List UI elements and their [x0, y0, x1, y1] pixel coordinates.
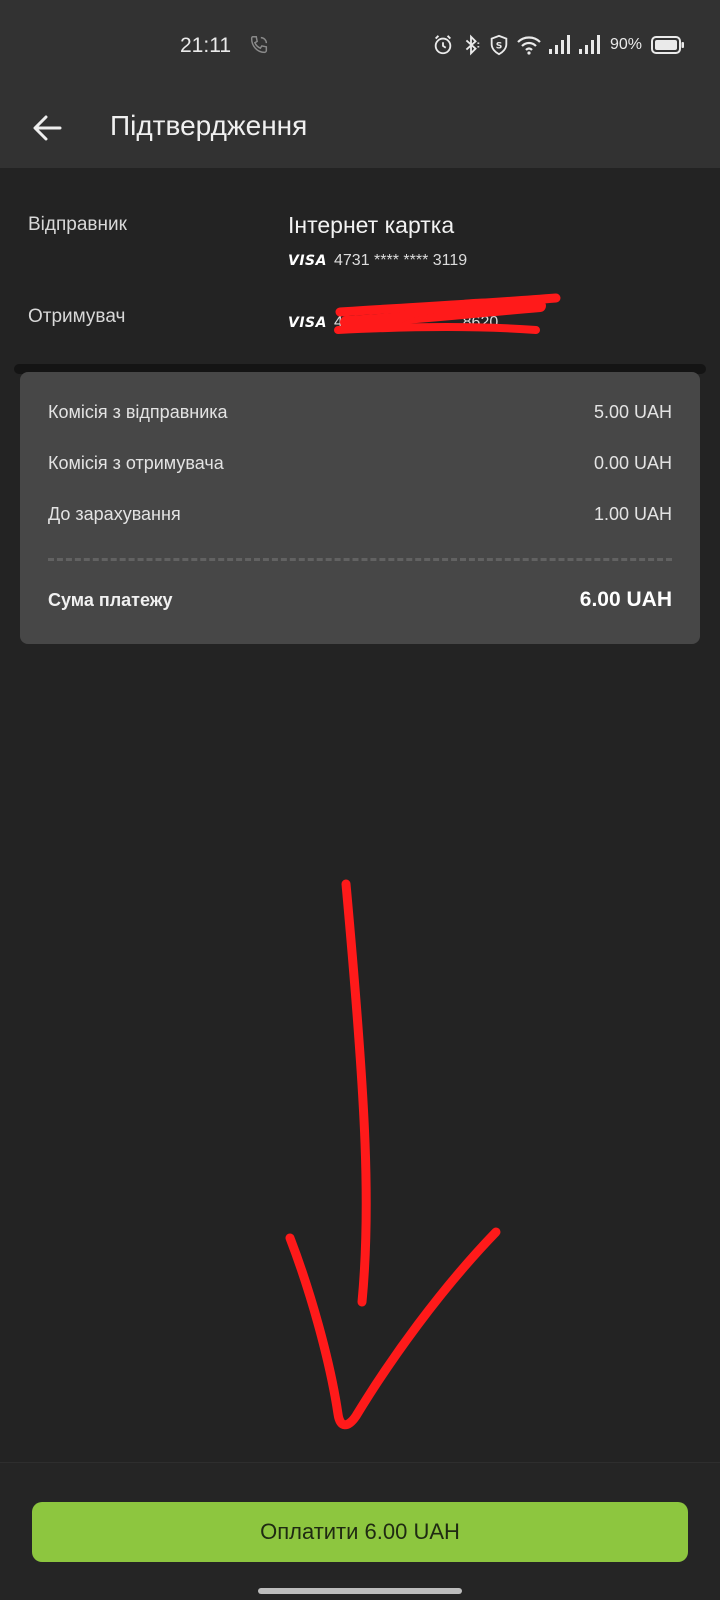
battery-icon [651, 36, 685, 54]
arrow-annotation [285, 879, 501, 1430]
fee-label: Комісія з отримувача [48, 453, 224, 473]
total-value: 6.00 UAH [579, 588, 672, 611]
total-row: Сума платежу 6.00 UAH [48, 588, 672, 612]
app-bar: Підтвердження [0, 92, 720, 168]
dashed-divider [48, 558, 672, 561]
sender-card: VISA 4731 **** **** 3119 [288, 252, 467, 270]
status-bar: 21:11 S 90% [0, 0, 720, 92]
fee-row: Комісія з відправника 5.00 UAH [48, 402, 672, 423]
sender-card-number: 4731 **** **** 3119 [334, 252, 468, 269]
status-time: 21:11 [180, 34, 231, 57]
visa-logo: VISA [288, 253, 327, 269]
sender-label: Відправник [28, 214, 127, 235]
home-indicator[interactable] [258, 1588, 462, 1594]
fee-row: До зарахування 1.00 UAH [48, 504, 672, 525]
shield-icon: S [490, 34, 508, 56]
phone-call-icon [250, 36, 268, 54]
fee-value: 5.00 UAH [593, 402, 672, 422]
svg-text:S: S [496, 41, 503, 52]
wifi-icon [517, 36, 541, 55]
bluetooth-icon [465, 34, 480, 56]
fee-value: 1.00 UAH [593, 504, 672, 524]
fee-row: Комісія з отримувача 0.00 UAH [48, 453, 672, 474]
signal-icon [579, 35, 600, 54]
recipient-label: Отримувач [28, 306, 126, 327]
fee-value: 0.00 UAH [593, 453, 672, 473]
total-label: Сума платежу [48, 589, 173, 610]
signal-icon [549, 35, 570, 54]
fee-label: До зарахування [48, 504, 181, 524]
recipient-card-number: 4441 11 [334, 314, 391, 331]
recipient-card: VISA 4441 11 8620 [288, 314, 498, 332]
pay-button[interactable]: Оплатити 6.00 UAH [32, 1502, 688, 1562]
alarm-icon [434, 35, 452, 55]
visa-logo: VISA [288, 315, 327, 331]
status-icons: S 90% [432, 33, 685, 57]
fee-summary-card: Комісія з відправника 5.00 UAH Комісія з… [20, 372, 700, 644]
arrow-left-icon[interactable] [30, 110, 66, 146]
fee-label: Комісія з відправника [48, 402, 228, 422]
red-annotation [285, 293, 561, 1430]
recipient-card-number-tail: 8620 [462, 314, 499, 331]
page-title: Підтвердження [110, 110, 308, 141]
battery-percent: 90% [610, 36, 643, 53]
sender-name: Інтернет картка [288, 212, 455, 238]
